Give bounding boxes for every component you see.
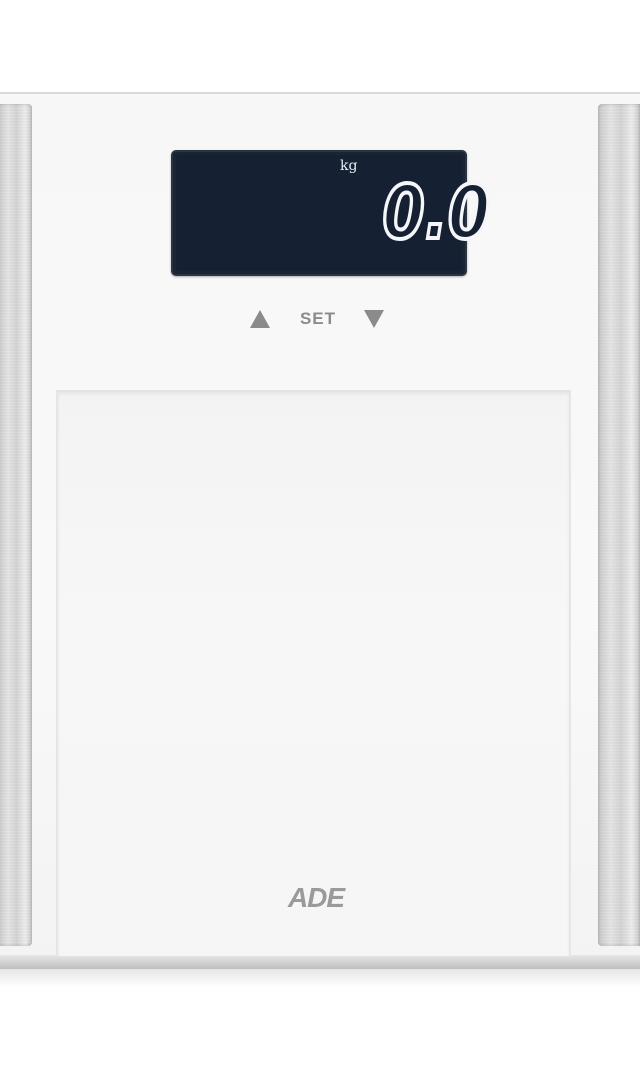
right-electrode-strip — [598, 104, 640, 946]
up-button[interactable] — [248, 308, 272, 330]
product-image: kg 0.0 SET ADE — [0, 0, 640, 1080]
triangle-down-icon — [364, 310, 384, 328]
scale-shadow — [0, 969, 640, 987]
lcd-weight-readout: 0.0 — [381, 168, 492, 258]
down-button[interactable] — [362, 308, 386, 330]
lcd-unit-label: kg — [340, 158, 358, 174]
set-button[interactable]: SET — [294, 306, 342, 332]
brand-logo: ADE — [287, 882, 345, 913]
left-electrode-strip — [0, 104, 32, 946]
triangle-up-icon — [250, 310, 270, 328]
glass-platform — [56, 390, 571, 956]
scale-bottom-edge — [0, 955, 640, 969]
